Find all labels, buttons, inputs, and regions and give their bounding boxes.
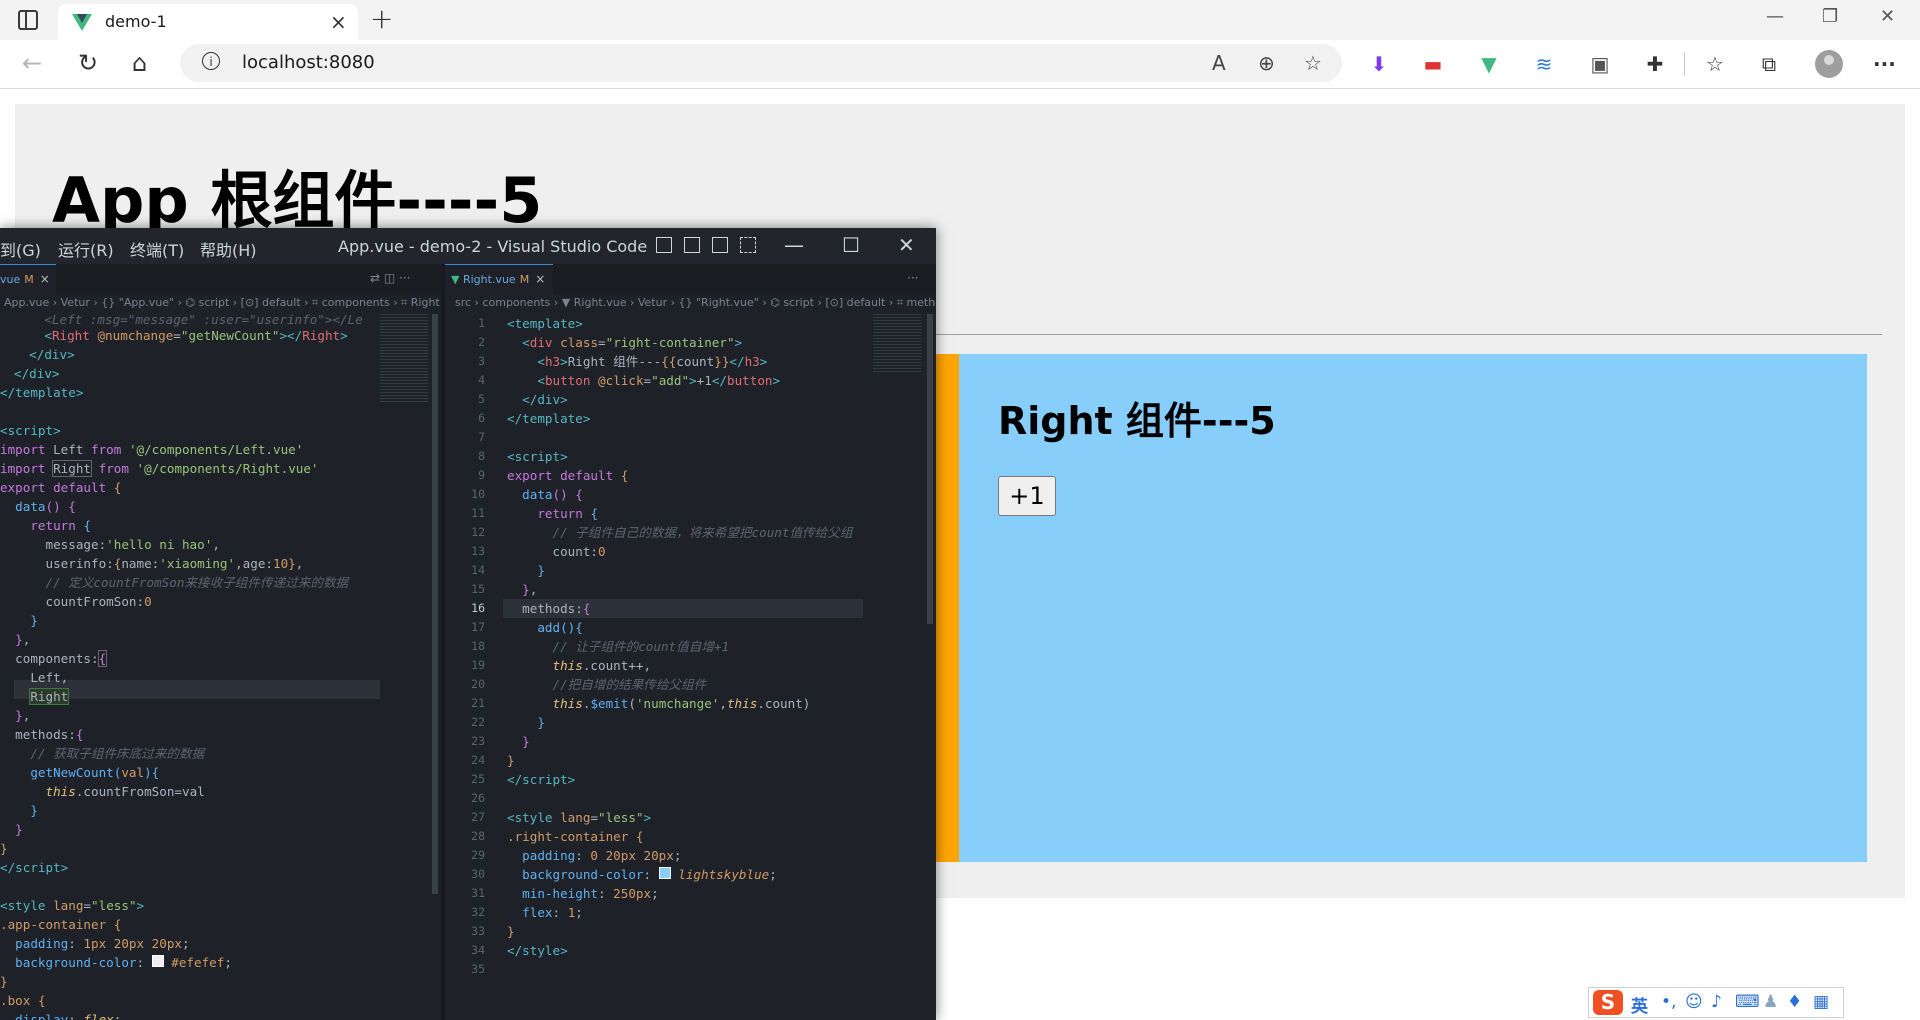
editor-right-vue[interactable]: ▼ Right.vue M × ··· src › components › ▼ R… [445, 264, 936, 1020]
download-arrow-icon[interactable]: ⬇ [1368, 53, 1390, 75]
vscode-close-button[interactable]: ✕ [898, 233, 915, 257]
restore-button[interactable]: ❐ [1822, 6, 1838, 27]
zoom-icon[interactable]: ⊕ [1258, 51, 1275, 75]
tab-close-icon[interactable]: × [330, 10, 347, 34]
collections-icon[interactable]: ⧉ [1758, 53, 1780, 75]
url-bar[interactable]: i localhost:8080 A ⊕ ☆ [180, 44, 1342, 82]
tab-label: vue [0, 273, 21, 286]
ime-language-toggle[interactable]: 英 [1631, 992, 1648, 1017]
read-aloud-icon[interactable]: A [1212, 51, 1226, 75]
editor-app-vue[interactable]: vue M × ⇄ ◫ ··· App.vue › Vetur › {} "App.… [0, 264, 441, 1020]
customize-layout-icon[interactable] [740, 237, 756, 253]
user-icon[interactable]: ♟ [1763, 992, 1778, 1012]
vscode-title: App.vue - demo-2 - Visual Studio Code [338, 237, 648, 256]
home-icon[interactable]: ⌂ [132, 49, 147, 77]
favorite-icon[interactable]: ☆ [1304, 51, 1322, 75]
menu-help[interactable]: 帮助(H) [200, 237, 257, 261]
vscode-maximize-button[interactable]: ☐ [842, 233, 860, 257]
browser-tab-active[interactable]: demo-1 × [58, 4, 358, 40]
emoji-icon[interactable]: ☺ [1685, 992, 1703, 1012]
video-icon[interactable]: ▬ [1422, 53, 1444, 75]
profile-avatar[interactable] [1815, 50, 1843, 78]
tab-right-vue[interactable]: ▼ Right.vue M × [445, 264, 553, 294]
reload-icon[interactable]: ↻ [78, 49, 98, 77]
browser-tab-bar: demo-1 × + — ❐ ✕ [0, 0, 1920, 40]
ime-toolbar: S 英 •, ☺ ♪ ⌨ ♟ ♦ ▦ [1588, 987, 1844, 1018]
more-menu-icon[interactable]: ··· [1873, 53, 1896, 75]
right-component-title: Right 组件---5 [998, 399, 1276, 443]
url-input[interactable]: localhost:8080 [242, 52, 375, 73]
new-tab-button[interactable]: + [370, 2, 393, 35]
editor-tabstrip: vue M × ⇄ ◫ ··· [0, 264, 441, 294]
tab-actions-icon[interactable] [18, 10, 38, 30]
grid-icon[interactable]: ▦ [1813, 992, 1829, 1012]
vue-devtools-icon[interactable]: ▼ [1478, 53, 1500, 75]
tab-app-vue[interactable]: vue M × [0, 264, 56, 294]
punct-icon[interactable]: •, [1661, 992, 1676, 1012]
keyboard-icon[interactable]: ⌨ [1735, 992, 1760, 1012]
toggle-panel-icon[interactable] [684, 237, 700, 253]
menu-run[interactable]: 运行(R) [58, 237, 114, 261]
tab-close-icon[interactable]: × [40, 272, 50, 286]
back-icon[interactable]: ← [22, 49, 42, 77]
menu-goto[interactable]: 到(G) [0, 237, 41, 261]
layers-icon[interactable]: ≋ [1533, 53, 1555, 75]
close-window-button[interactable]: ✕ [1880, 6, 1895, 27]
toggle-secondary-sidebar-icon[interactable] [712, 237, 728, 253]
scrollbar[interactable] [927, 314, 933, 624]
sogou-logo-icon[interactable]: S [1593, 990, 1623, 1015]
tiles-icon[interactable]: ▣ [1589, 53, 1611, 75]
right-container: Right 组件---5 +1 [959, 354, 1867, 862]
puzzle-icon[interactable]: ✚ [1644, 53, 1666, 75]
tab-label: Right.vue [462, 273, 516, 286]
skin-icon[interactable]: ♦ [1787, 992, 1802, 1012]
minimize-button[interactable]: — [1766, 6, 1784, 27]
toggle-sidebar-icon[interactable] [656, 237, 672, 253]
vscode-window: 到(G) 运行(R) 终端(T) 帮助(H) App.vue - demo-2 … [0, 228, 936, 1020]
minimap[interactable] [380, 314, 428, 404]
tab-title: demo-1 [105, 12, 167, 31]
vscode-minimize-button[interactable]: — [784, 233, 804, 257]
modified-indicator: M [24, 273, 34, 286]
menu-terminal[interactable]: 终端(T) [130, 237, 184, 261]
editor-actions-icon[interactable]: ⇄ ◫ ··· [370, 271, 410, 285]
scrollbar[interactable] [432, 314, 438, 894]
modified-indicator: M [519, 273, 530, 286]
editor-tabstrip: ▼ Right.vue M × ··· [445, 264, 936, 294]
vscode-titlebar: 到(G) 运行(R) 终端(T) 帮助(H) App.vue - demo-2 … [0, 228, 936, 264]
favorites-icon[interactable]: ☆ [1704, 53, 1726, 75]
editor-actions-icon[interactable]: ··· [907, 271, 918, 285]
vue-logo-icon [72, 14, 92, 31]
breadcrumb[interactable]: src › components › ▼ Right.vue › Vetur ›… [455, 294, 936, 312]
minimap[interactable] [873, 314, 921, 374]
tab-close-icon[interactable]: × [535, 272, 545, 286]
site-info-icon[interactable]: i [202, 52, 220, 70]
browser-address-bar: ← ↻ ⌂ i localhost:8080 A ⊕ ☆ ⬇ ▬ ▼ ≋ ▣ ✚… [0, 40, 1920, 89]
current-line-highlight [14, 680, 380, 699]
mic-icon[interactable]: ♪ [1711, 992, 1722, 1012]
add-button[interactable]: +1 [998, 476, 1056, 516]
toolbar-divider [1684, 52, 1685, 76]
vue-file-icon: ▼ [451, 273, 460, 286]
page-title: App 根组件----5 [52, 164, 543, 237]
